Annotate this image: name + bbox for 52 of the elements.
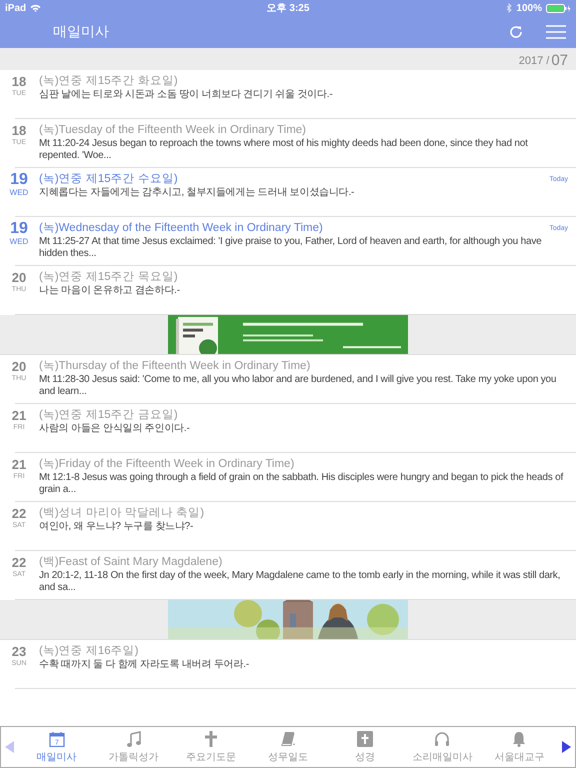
reading-snippet: 여인아, 왜 우느냐? 누구를 찾느냐?- xyxy=(39,521,194,533)
reading-snippet: 지혜롭다는 자들에게는 감추시고, 철부지들에게는 드러내 보이셨습니다.- xyxy=(39,187,356,199)
reading-title: (녹)Thursday of the Fifteenth Week in Ordinary Time) xyxy=(39,359,310,374)
weekday-label: WED xyxy=(10,237,28,246)
day-number: 21 xyxy=(12,407,26,424)
reading-snippet: 사람의 아들은 안식일의 주인이다.- xyxy=(39,423,191,435)
headphones-icon xyxy=(434,730,450,746)
battery-percent: 100% xyxy=(516,2,542,14)
day-number: 22 xyxy=(12,554,26,571)
day-number: 23 xyxy=(12,643,26,660)
reading-title: (녹)Wednesday of the Fifteenth Week in Ordinary Time) xyxy=(39,221,323,236)
bluetooth-icon xyxy=(506,3,512,13)
day-number: 19 xyxy=(10,171,28,188)
reading-title: (녹)Friday of the Fifteenth Week in Ordinary Time) xyxy=(39,457,294,472)
device-name: iPad xyxy=(5,2,26,14)
clock-time: 오후 3:25 xyxy=(266,2,310,15)
day-number: 19 xyxy=(10,220,28,237)
reading-snippet: Jn 20:1-2, 11-18 On the first day of the week, Mary Magdalene came to the tomb early in the morning, while it was still dark, and sa... xyxy=(39,570,562,594)
reading-title: (녹)연중 제15주간 목요일) xyxy=(39,270,178,285)
reading-title: (녹)연중 제15주간 수요일) xyxy=(39,172,178,187)
day-number: 20 xyxy=(12,358,26,375)
music-note-icon xyxy=(126,730,142,746)
reading-snippet: 심판 날에는 티로와 시돈과 소돔 땅이 너희보다 견디기 쉬울 것이다.- xyxy=(39,89,334,101)
weekday-label: WED xyxy=(10,188,28,197)
day-number: 22 xyxy=(12,505,26,522)
cross-icon xyxy=(202,730,219,746)
reading-title: (백)Feast of Saint Mary Magdalene) xyxy=(39,555,222,570)
day-number: 20 xyxy=(12,269,26,286)
book-icon xyxy=(280,730,296,746)
refresh-icon[interactable] xyxy=(508,24,524,40)
reading-title: (녹)Tuesday of the Fifteenth Week in Ordinary Time) xyxy=(39,123,306,138)
battery-icon xyxy=(546,4,571,12)
month-label: 07 xyxy=(551,53,568,68)
reading-snippet: 수확 때까지 둘 다 함께 자라도록 내버려 두어라.- xyxy=(39,659,250,671)
day-number: 21 xyxy=(12,456,26,473)
day-number: 18 xyxy=(12,122,26,139)
reading-snippet: Mt 12:1-8 Jesus was going through a field of grain on the sabbath. His disciples were hungry and began to pick the heads of grain a... xyxy=(39,472,564,496)
bible-icon xyxy=(357,730,374,746)
reading-snippet: Mt 11:28-30 Jesus said: 'Come to me, all you who labor and are burdened, and I will give you rest. Take my yoke upon you and learn... xyxy=(39,374,558,398)
app-title: 매일미사 xyxy=(53,23,109,41)
day-number: 18 xyxy=(12,73,26,90)
reading-title: (녹)연중 제16주일) xyxy=(39,644,138,659)
reading-snippet: Mt 11:20-24 Jesus began to reproach the towns where most of his mighty deeds had been done, since they had not repented. 'Woe... xyxy=(39,138,529,162)
menu-icon[interactable] xyxy=(546,25,566,39)
reading-snippet: 나는 마음이 온유하고 겸손하다.- xyxy=(39,285,181,297)
bell-icon xyxy=(511,730,528,746)
reading-title: (백)성녀 마리아 막달레나 축일) xyxy=(39,506,204,521)
reading-snippet: Mt 11:25-27 At that time Jesus exclaimed: 'I give praise to you, Father, Lord of heaven and earth, for although you have hidden thes... xyxy=(39,236,542,260)
reading-title: (녹)연중 제15주간 금요일) xyxy=(39,408,178,423)
wifi-icon xyxy=(30,4,42,12)
year-label: 2017 / xyxy=(518,55,550,68)
reading-title: (녹)연중 제15주간 화요일) xyxy=(39,74,178,89)
